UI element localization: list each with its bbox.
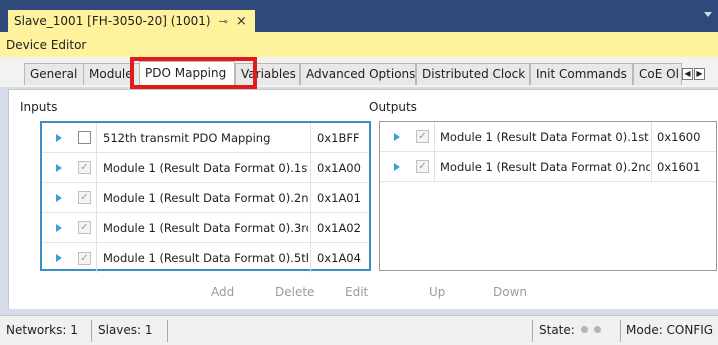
pdo-name: Module 1 (Result Data Format 0).1st <box>440 129 649 144</box>
document-tab-strip: Slave_1001 [FH-3050-20] (1001) ⊸ × <box>0 0 718 32</box>
chevron-left-icon[interactable]: ◀ <box>682 68 693 80</box>
tab-advanced-options[interactable]: Advanced Options <box>300 63 416 85</box>
delete-button[interactable]: Delete <box>275 285 314 299</box>
state-label: State: <box>539 323 575 337</box>
list-item[interactable]: 512th transmit PDO Mapping 0x1BFF <box>42 123 369 153</box>
checkbox[interactable]: ✓ <box>78 221 91 234</box>
list-item[interactable]: ✓ Module 1 (Result Data Format 0).1st 0x… <box>380 122 716 152</box>
down-button[interactable]: Down <box>493 285 527 299</box>
tab-pdo-mapping[interactable]: PDO Mapping <box>139 61 235 87</box>
checkbox[interactable]: ✓ <box>78 161 91 174</box>
pdo-index: 0x1A04 <box>317 251 361 265</box>
pdo-name: Module 1 (Result Data Format 0).2nd <box>440 159 650 174</box>
pdo-index: 0x1601 <box>657 159 701 174</box>
list-item[interactable]: ✓ Module 1 (Result Data Format 0).2nd 0x… <box>42 183 369 213</box>
checkbox[interactable] <box>78 131 91 144</box>
checkbox[interactable]: ✓ <box>78 191 91 204</box>
inputs-label: Inputs <box>20 100 58 114</box>
expand-arrow-icon[interactable] <box>56 193 62 202</box>
tab-distributed-clock[interactable]: Distributed Clock <box>416 63 530 85</box>
checkbox[interactable]: ✓ <box>416 160 429 173</box>
pin-icon[interactable]: ⊸ <box>219 15 228 28</box>
pdo-name: Module 1 (Result Data Format 0).3rd <box>103 220 308 235</box>
list-item[interactable]: ✓ Module 1 (Result Data Format 0).2nd 0x… <box>380 152 716 182</box>
expand-arrow-icon[interactable] <box>56 254 62 262</box>
expand-arrow-icon[interactable] <box>56 223 62 232</box>
list-item[interactable]: ✓ Module 1 (Result Data Format 0).5th 0x… <box>42 243 369 273</box>
inputs-list[interactable]: 512th transmit PDO Mapping 0x1BFF ✓ Modu… <box>40 121 371 273</box>
expand-arrow-icon[interactable] <box>56 163 62 172</box>
up-button[interactable]: Up <box>429 285 445 299</box>
tab-module[interactable]: Module <box>83 63 140 85</box>
tab-variables[interactable]: Variables <box>235 63 300 85</box>
checkbox[interactable]: ✓ <box>416 130 429 143</box>
outputs-label: Outputs <box>369 100 417 114</box>
chevron-down-icon[interactable] <box>704 12 712 17</box>
list-item[interactable]: ✓ Module 1 (Result Data Format 0).3rd 0x… <box>42 213 369 243</box>
checkbox[interactable]: ✓ <box>78 251 91 265</box>
tab-init-commands[interactable]: Init Commands <box>530 63 633 85</box>
document-tab-title: Slave_1001 [FH-3050-20] (1001) <box>14 14 211 28</box>
status-dot-icon <box>580 326 588 333</box>
pdo-name: Module 1 (Result Data Format 0).1st <box>103 160 308 175</box>
expand-arrow-icon[interactable] <box>394 162 400 171</box>
tab-bar: General Module PDO Mapping Variables Adv… <box>0 57 718 87</box>
tab-scroll-arrows: ◀ ▶ <box>682 68 705 80</box>
state-indicator: State: <box>539 323 601 337</box>
networks-count: Networks: 1 <box>6 323 78 337</box>
status-bar: Networks: 1 Slaves: 1 State: Mode: CONFI… <box>0 315 718 345</box>
tab-general[interactable]: General <box>24 63 84 85</box>
pdo-name: 512th transmit PDO Mapping <box>103 130 271 145</box>
document-tab[interactable]: Slave_1001 [FH-3050-20] (1001) ⊸ × <box>8 10 255 32</box>
pdo-index: 0x1A01 <box>317 190 361 205</box>
pdo-mapping-pane: Inputs Outputs 512th transmit PDO Mappin… <box>8 89 718 309</box>
outputs-list[interactable]: ✓ Module 1 (Result Data Format 0).1st 0x… <box>379 121 717 271</box>
expand-arrow-icon[interactable] <box>56 133 62 142</box>
pdo-index: 0x1A02 <box>317 220 361 235</box>
pdo-name: Module 1 (Result Data Format 0).5th <box>103 251 308 265</box>
pdo-index: 0x1A00 <box>317 160 361 175</box>
pdo-index: 0x1600 <box>657 129 701 144</box>
chevron-right-icon[interactable]: ▶ <box>694 68 705 80</box>
pdo-index: 0x1BFF <box>317 130 360 145</box>
expand-arrow-icon[interactable] <box>394 132 400 141</box>
list-item[interactable]: ✓ Module 1 (Result Data Format 0).1st 0x… <box>42 153 369 183</box>
mode-indicator: Mode: CONFIG <box>626 323 714 337</box>
tab-coe-online[interactable]: CoE Ol <box>633 63 682 85</box>
editor-title: Device Editor <box>0 32 718 57</box>
add-button[interactable]: Add <box>211 285 234 299</box>
edit-button[interactable]: Edit <box>345 285 368 299</box>
pdo-name: Module 1 (Result Data Format 0).2nd <box>103 190 308 205</box>
status-dot-icon <box>593 326 601 333</box>
close-icon[interactable]: × <box>236 14 247 29</box>
slaves-count: Slaves: 1 <box>98 323 153 337</box>
